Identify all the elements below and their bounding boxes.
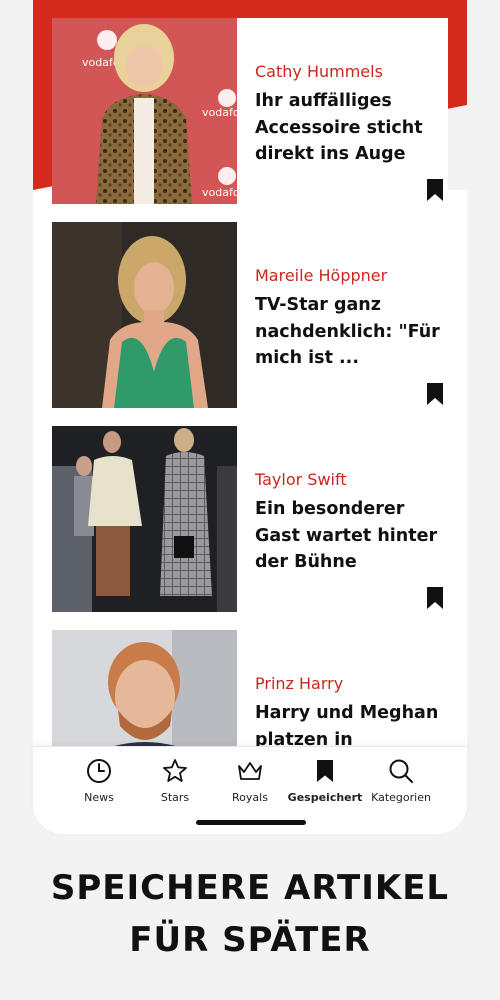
bookmark-icon	[317, 760, 333, 782]
article-photo[interactable]	[52, 426, 237, 612]
star-icon	[163, 759, 187, 782]
svg-text:vodafo: vodafo	[202, 106, 237, 119]
svg-text:vodafo: vodafo	[202, 186, 237, 199]
article-card[interactable]: vodafone vodafo vodafo Cathy Hummels Ihr…	[52, 18, 448, 204]
article-kicker: Prinz Harry	[255, 674, 344, 693]
article-photo[interactable]	[52, 630, 237, 746]
tab-label: Stars	[160, 791, 190, 804]
saved-articles-list: vodafone vodafo vodafo Cathy Hummels Ihr…	[52, 18, 448, 746]
tab-label: Royals	[232, 791, 268, 804]
tab-royals[interactable]: Royals	[212, 757, 288, 807]
tab-label: Kategorien	[371, 791, 431, 804]
article-photo[interactable]: vodafone vodafo vodafo	[52, 18, 237, 204]
search-icon	[389, 759, 413, 783]
tab-news[interactable]: News	[61, 757, 137, 807]
tab-stars[interactable]: Stars	[137, 757, 213, 807]
article-kicker: Mareile Höppner	[255, 266, 388, 285]
article-photo[interactable]	[52, 222, 237, 408]
promo-tagline-line2: FÜR SPÄTER	[129, 920, 371, 960]
article-card[interactable]: Taylor Swift Ein besonderer Gast wartet …	[52, 426, 448, 612]
article-headline[interactable]: Harry und Meghan platzen in	[255, 700, 445, 746]
clock-icon	[87, 759, 111, 783]
article-kicker: Taylor Swift	[255, 470, 347, 489]
tab-label: Gespeichert	[287, 791, 363, 804]
home-indicator	[196, 820, 306, 825]
promo-tagline-line1: SPEICHERE ARTIKEL	[50, 868, 450, 908]
article-card[interactable]: Mareile Höppner TV-Star ganz nachdenklic…	[52, 222, 448, 408]
tab-categories[interactable]: Kategorien	[363, 757, 439, 807]
bookmark-icon[interactable]	[426, 383, 444, 405]
article-headline[interactable]: TV-Star ganz nachdenklich: "Für mich ist…	[255, 292, 445, 372]
article-headline[interactable]: Ein besonderer Gast wartet hinter der Bü…	[255, 496, 445, 576]
bookmark-icon[interactable]	[426, 587, 444, 609]
crown-icon	[238, 762, 262, 780]
bookmark-icon[interactable]	[426, 179, 444, 201]
tab-saved[interactable]: Gespeichert	[287, 757, 363, 807]
tab-label: News	[84, 791, 114, 804]
article-headline[interactable]: Ihr auffälliges Accessoire sticht direkt…	[255, 88, 445, 168]
article-card[interactable]: Prinz Harry Harry und Meghan platzen in	[52, 630, 448, 746]
article-kicker: Cathy Hummels	[255, 62, 383, 81]
